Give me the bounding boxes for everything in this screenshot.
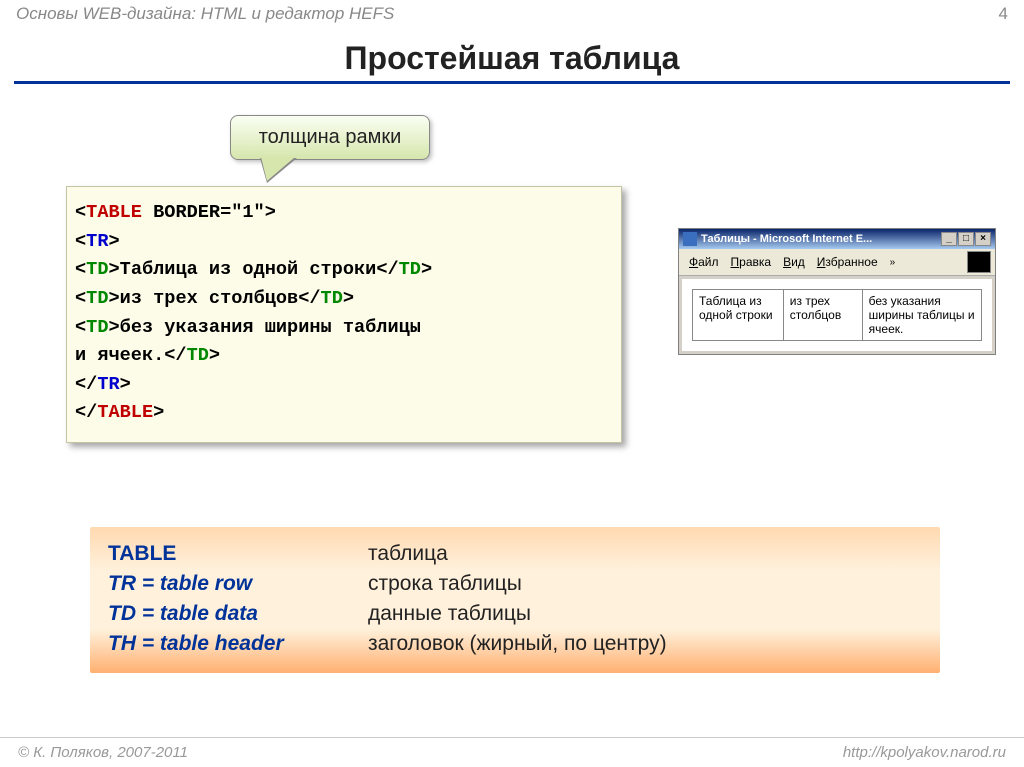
table-cell: Таблица из одной строки xyxy=(693,290,784,341)
legend-term: TD = table data xyxy=(108,602,368,626)
maximize-button[interactable]: □ xyxy=(958,232,974,246)
menu-edit[interactable]: Правка xyxy=(725,253,778,271)
menu-favorites[interactable]: Избранное xyxy=(811,253,884,271)
browser-title: Таблицы - Microsoft Internet E... xyxy=(701,233,940,245)
footer-url: http://kpolyakov.narod.ru xyxy=(843,744,1006,761)
menu-file[interactable]: Файл xyxy=(683,253,725,271)
legend-row: TABLE таблица xyxy=(108,539,922,569)
legend-row: TR = table row строка таблицы xyxy=(108,569,922,599)
legend-desc: данные таблицы xyxy=(368,602,531,626)
legend-desc: таблица xyxy=(368,542,448,566)
header-title: Основы WEB-дизайна: HTML и редактор HEFS xyxy=(16,4,394,24)
table-cell: из трех столбцов xyxy=(783,290,862,341)
title-divider xyxy=(14,81,1010,84)
legend-desc: заголовок (жирный, по центру) xyxy=(368,632,667,656)
menu-view[interactable]: Вид xyxy=(777,253,811,271)
footer-copyright: © К. Поляков, 2007-2011 xyxy=(18,744,188,761)
ie-icon xyxy=(683,232,697,246)
legend-row: TD = table data данные таблицы xyxy=(108,599,922,629)
browser-window: Таблицы - Microsoft Internet E... _ □ × … xyxy=(678,228,996,355)
legend-term: TABLE xyxy=(108,542,368,566)
ie-logo-icon xyxy=(967,251,991,273)
close-button[interactable]: × xyxy=(975,232,991,246)
code-block: <TABLE BORDER="1"> <TR> <TD>Таблица из о… xyxy=(66,186,622,443)
legend-row: TH = table header заголовок (жирный, по … xyxy=(108,629,922,659)
minimize-button[interactable]: _ xyxy=(941,232,957,246)
legend-term: TR = table row xyxy=(108,572,368,596)
footer: © К. Поляков, 2007-2011 http://kpolyakov… xyxy=(0,737,1024,767)
slide-title: Простейшая таблица xyxy=(0,40,1024,77)
legend-term: TH = table header xyxy=(108,632,368,656)
page-number: 4 xyxy=(999,4,1008,24)
legend-table: TABLE таблица TR = table row строка табл… xyxy=(90,527,940,673)
browser-titlebar: Таблицы - Microsoft Internet E... _ □ × xyxy=(679,229,995,249)
legend-desc: строка таблицы xyxy=(368,572,522,596)
table-cell: без указания ширины таблицы и ячеек. xyxy=(862,290,981,341)
rendered-table: Таблица из одной строки из трех столбцов… xyxy=(692,289,982,341)
browser-content: Таблица из одной строки из трех столбцов… xyxy=(682,279,992,351)
callout: толщина рамки xyxy=(230,115,430,160)
table-row: Таблица из одной строки из трех столбцов… xyxy=(693,290,982,341)
menu-more-icon[interactable]: » xyxy=(886,257,900,268)
browser-menubar: Файл Правка Вид Избранное » xyxy=(679,249,995,276)
